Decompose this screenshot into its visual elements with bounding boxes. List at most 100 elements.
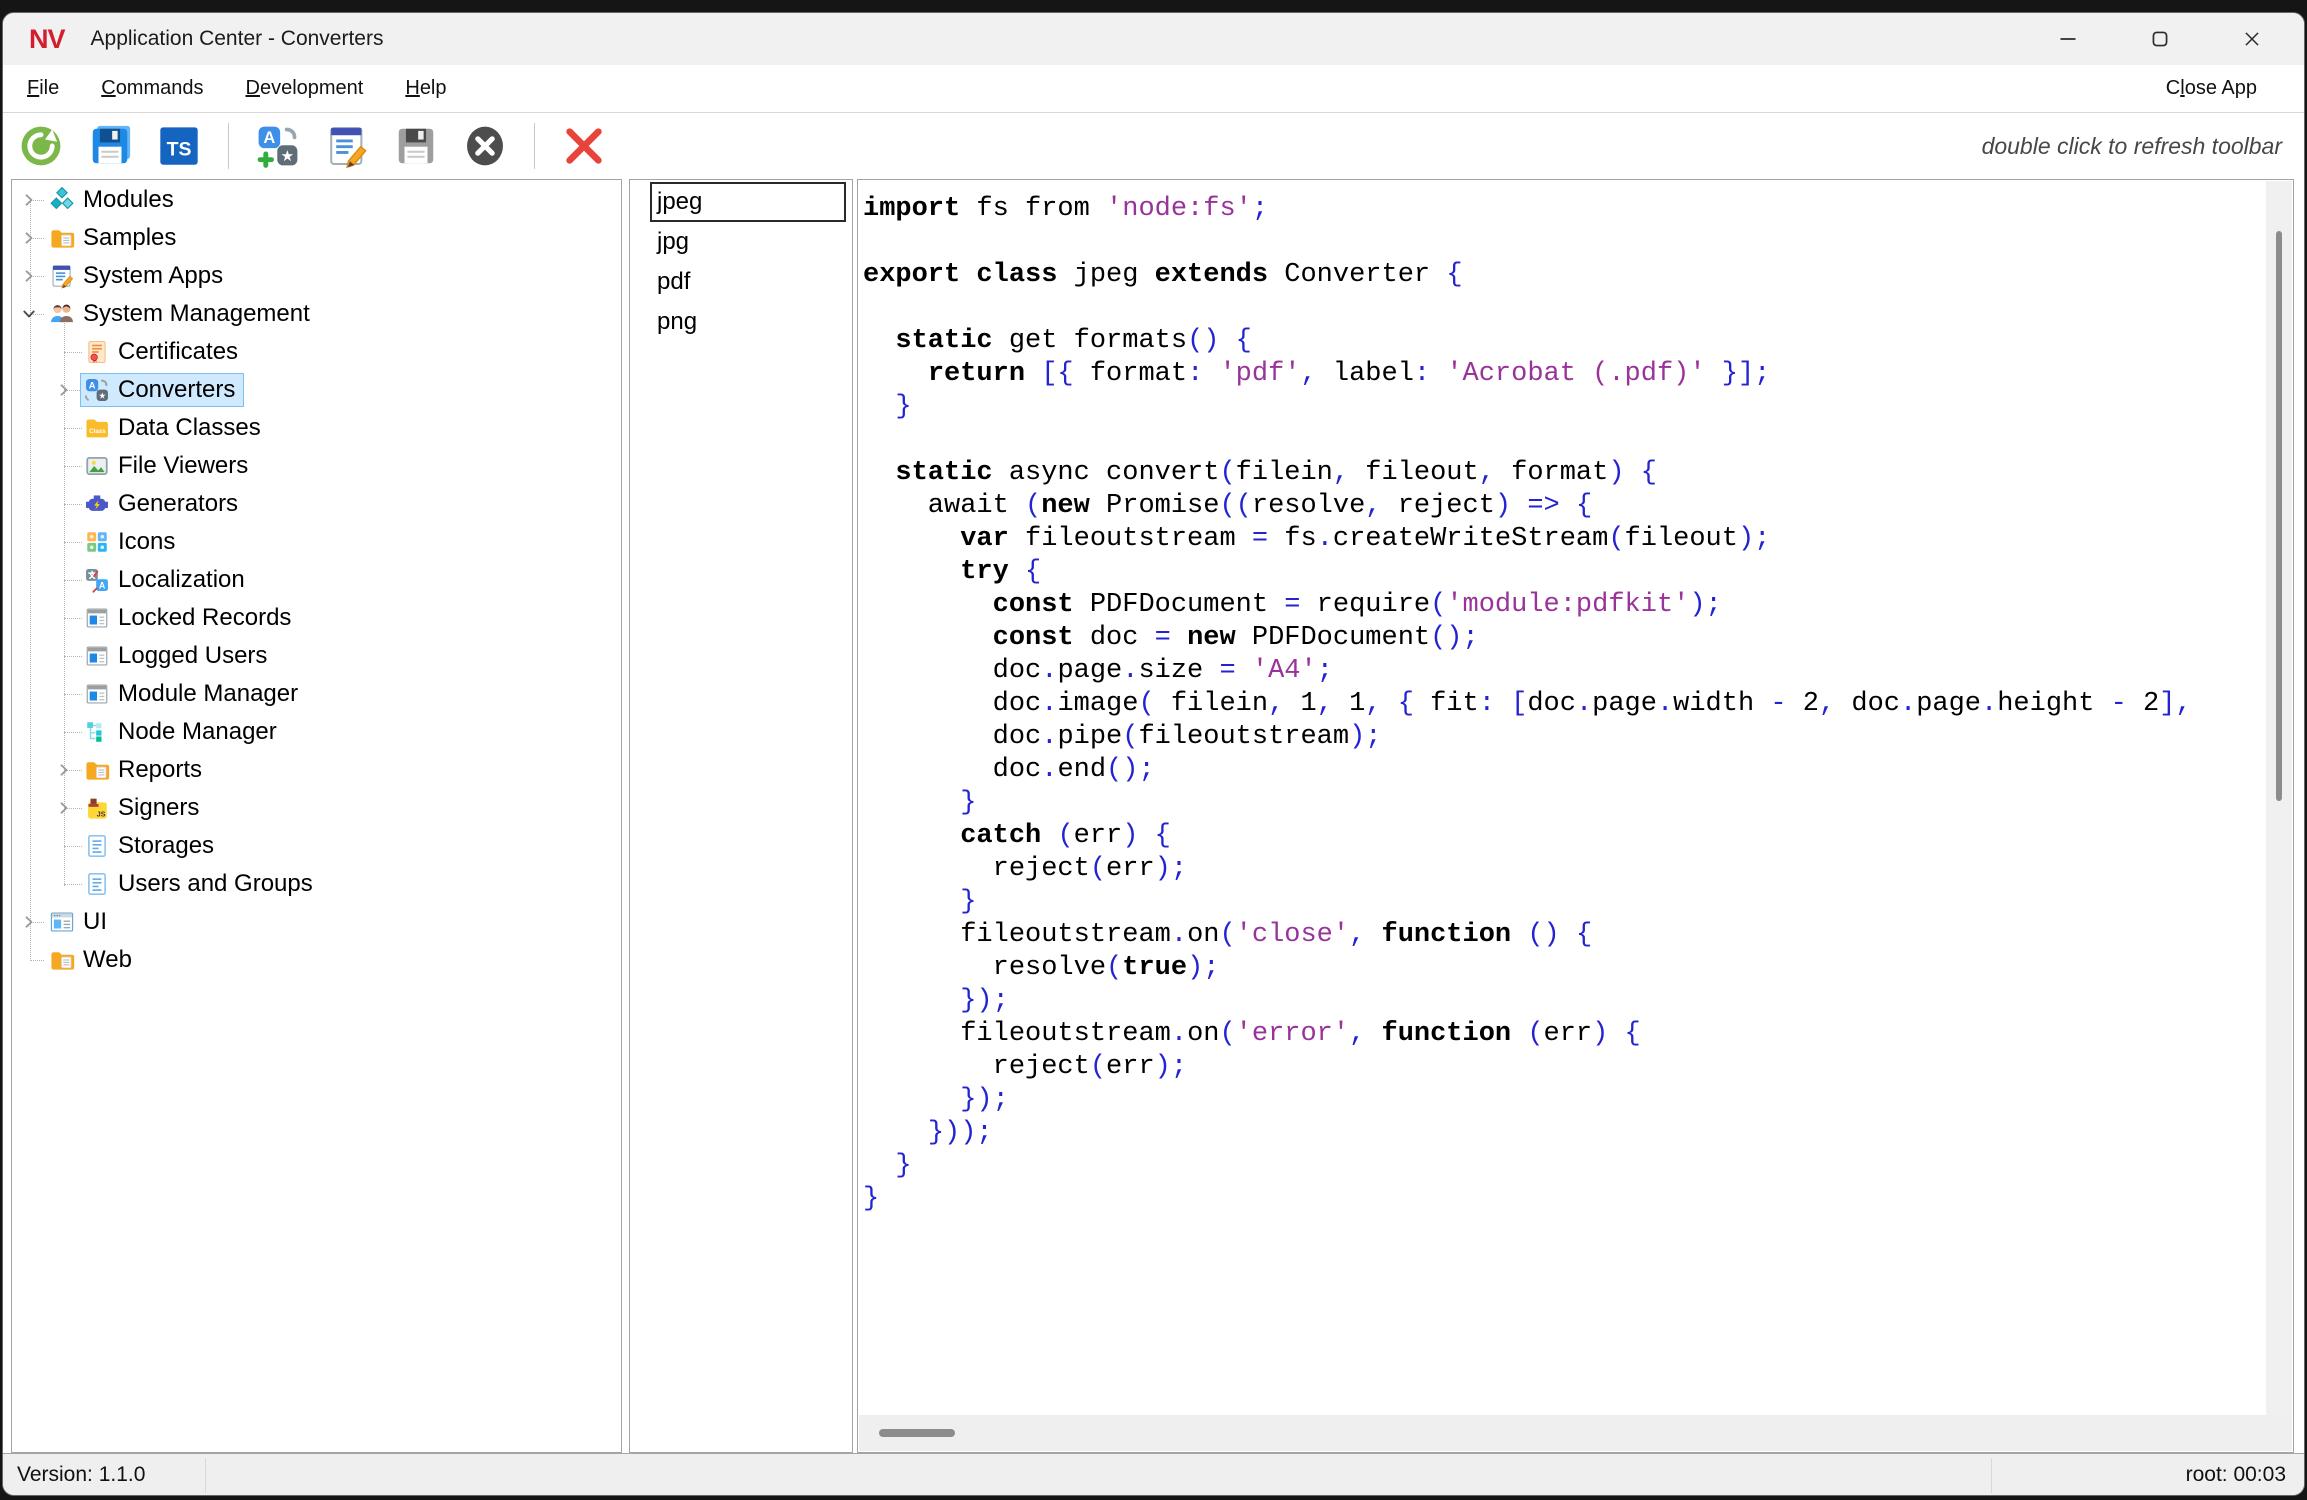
- maximize-button[interactable]: [2114, 13, 2206, 65]
- chevron-right-icon[interactable]: [53, 759, 75, 781]
- tree-item-content[interactable]: Modules: [45, 183, 183, 217]
- code-line: }: [863, 391, 2256, 424]
- tree-item-label: UI: [83, 908, 107, 936]
- toolbar-save-gray-button[interactable]: [393, 123, 439, 169]
- tree-item-content[interactable]: Generators: [80, 487, 247, 521]
- tree-item-content[interactable]: Web: [45, 943, 141, 977]
- menu-development[interactable]: Development: [225, 77, 385, 100]
- tree-item-module-manager[interactable]: Module Manager: [12, 675, 621, 713]
- tree-item-data-classes[interactable]: Class Data Classes: [12, 409, 621, 447]
- list-item-jpeg[interactable]: jpeg: [650, 182, 846, 222]
- toolbar-save-blue-button[interactable]: [87, 123, 133, 169]
- tree-item-system-management[interactable]: System Management: [12, 295, 621, 333]
- code-line: export class jpeg extends Converter {: [863, 259, 2256, 292]
- menu-close-app[interactable]: Close App: [2145, 77, 2278, 100]
- chevron-right-icon[interactable]: [18, 911, 40, 933]
- menu-right: Close App: [2145, 77, 2304, 100]
- minimize-button[interactable]: [2022, 13, 2114, 65]
- code-line: [863, 424, 2256, 457]
- tree-item-icons[interactable]: Icons: [12, 523, 621, 561]
- refresh-icon: [18, 123, 64, 169]
- svg-text:Class: Class: [89, 428, 106, 435]
- horizontal-scrollbar[interactable]: [859, 1415, 2292, 1451]
- tree-item-content[interactable]: JSSigners: [80, 791, 208, 825]
- horizontal-scrollbar-thumb[interactable]: [879, 1429, 955, 1437]
- tree-item-storages[interactable]: Storages: [12, 827, 621, 865]
- tree-item-certificates[interactable]: Certificates: [12, 333, 621, 371]
- tree-item-content[interactable]: System Management: [45, 297, 319, 331]
- tree-item-content[interactable]: A★Converters: [80, 373, 244, 407]
- tree-item-converters[interactable]: A★Converters: [12, 371, 621, 409]
- chevron-right-icon[interactable]: [53, 797, 75, 819]
- tree-item-system-apps[interactable]: System Apps: [12, 257, 621, 295]
- chevron-right-icon[interactable]: [18, 265, 40, 287]
- tree-item-label: Data Classes: [118, 414, 261, 442]
- tree-item-file-viewers[interactable]: File Viewers: [12, 447, 621, 485]
- certificate-icon: [84, 339, 110, 365]
- tree-item-generators[interactable]: Generators: [12, 485, 621, 523]
- menu-help[interactable]: Help: [384, 77, 467, 100]
- tree-item-content[interactable]: Certificates: [80, 335, 247, 369]
- list-item-pdf[interactable]: pdf: [650, 262, 846, 302]
- icons-grid-icon: [84, 529, 110, 555]
- tree-item-modules[interactable]: Modules: [12, 181, 621, 219]
- chevron-placeholder: [53, 569, 75, 591]
- tree-item-content[interactable]: Samples: [45, 221, 185, 255]
- tree-item-locked-records[interactable]: Locked Records: [12, 599, 621, 637]
- list-item-png[interactable]: png: [650, 302, 846, 342]
- tree-item-web[interactable]: Web: [12, 941, 621, 979]
- toolbar-refresh-button[interactable]: [18, 123, 64, 169]
- tree-item-content[interactable]: Users and Groups: [80, 867, 322, 901]
- vertical-scrollbar-thumb[interactable]: [2276, 231, 2282, 801]
- tree-item-content[interactable]: Icons: [80, 525, 184, 559]
- window-icon: [84, 643, 110, 669]
- code-line: import fs from 'node:fs';: [863, 193, 2256, 226]
- tree-item-reports[interactable]: Reports: [12, 751, 621, 789]
- tree-item-label: Generators: [118, 490, 238, 518]
- tree-item-content[interactable]: Reports: [80, 753, 211, 787]
- toolbar-delete-button[interactable]: [561, 123, 607, 169]
- tree-item-content[interactable]: Module Manager: [80, 677, 307, 711]
- tree-item-content[interactable]: ALocalization: [80, 563, 254, 597]
- toolbar-edit-button[interactable]: [324, 123, 370, 169]
- tree-item-label: Icons: [118, 528, 175, 556]
- tree-item-signers[interactable]: JSSigners: [12, 789, 621, 827]
- tree-item-content[interactable]: Class Data Classes: [80, 411, 270, 445]
- tree-item-content[interactable]: Storages: [80, 829, 223, 863]
- tree-item-logged-users[interactable]: Logged Users: [12, 637, 621, 675]
- menu-file[interactable]: File: [6, 77, 80, 100]
- vertical-scrollbar[interactable]: [2266, 181, 2292, 1451]
- tree-item-samples[interactable]: Samples: [12, 219, 621, 257]
- tree-item-content[interactable]: UI: [45, 905, 116, 939]
- chevron-right-icon[interactable]: [53, 379, 75, 401]
- tree-item-content[interactable]: System Apps: [45, 259, 232, 293]
- svg-text:JS: JS: [97, 810, 106, 819]
- doc-lines-icon: [84, 833, 110, 859]
- chevron-right-icon[interactable]: [18, 227, 40, 249]
- chevron-down-icon[interactable]: [18, 303, 40, 325]
- chevron-right-icon[interactable]: [18, 189, 40, 211]
- tree-item-localization[interactable]: ALocalization: [12, 561, 621, 599]
- code-line: }: [863, 886, 2256, 919]
- tree-item-content[interactable]: Logged Users: [80, 639, 276, 673]
- menu-commands[interactable]: Commands: [80, 77, 224, 100]
- tree-item-users-and-groups[interactable]: Users and Groups: [12, 865, 621, 903]
- tree-item-node-manager[interactable]: Node Manager: [12, 713, 621, 751]
- toolbar-translate-add-button[interactable]: A★: [255, 123, 301, 169]
- statusbar-separator: [1991, 1458, 1992, 1493]
- nodes-icon: [84, 719, 110, 745]
- tree-item-content[interactable]: Locked Records: [80, 601, 300, 635]
- toolbar-cancel-button[interactable]: [462, 123, 508, 169]
- toolbar-typescript-button[interactable]: TS: [156, 123, 202, 169]
- tree-item-content[interactable]: File Viewers: [80, 449, 257, 483]
- close-button[interactable]: [2206, 13, 2298, 65]
- tree-item-content[interactable]: Node Manager: [80, 715, 286, 749]
- list-item-jpg[interactable]: jpg: [650, 222, 846, 262]
- tree-item-ui[interactable]: UI: [12, 903, 621, 941]
- code-editor[interactable]: import fs from 'node:fs'; export class jp…: [859, 181, 2266, 1415]
- doc-lines-icon: [84, 871, 110, 897]
- chevron-placeholder: [53, 873, 75, 895]
- svg-text:TS: TS: [167, 138, 192, 160]
- delete-icon: [561, 123, 607, 169]
- code-editor-panel: import fs from 'node:fs'; export class jp…: [857, 179, 2294, 1453]
